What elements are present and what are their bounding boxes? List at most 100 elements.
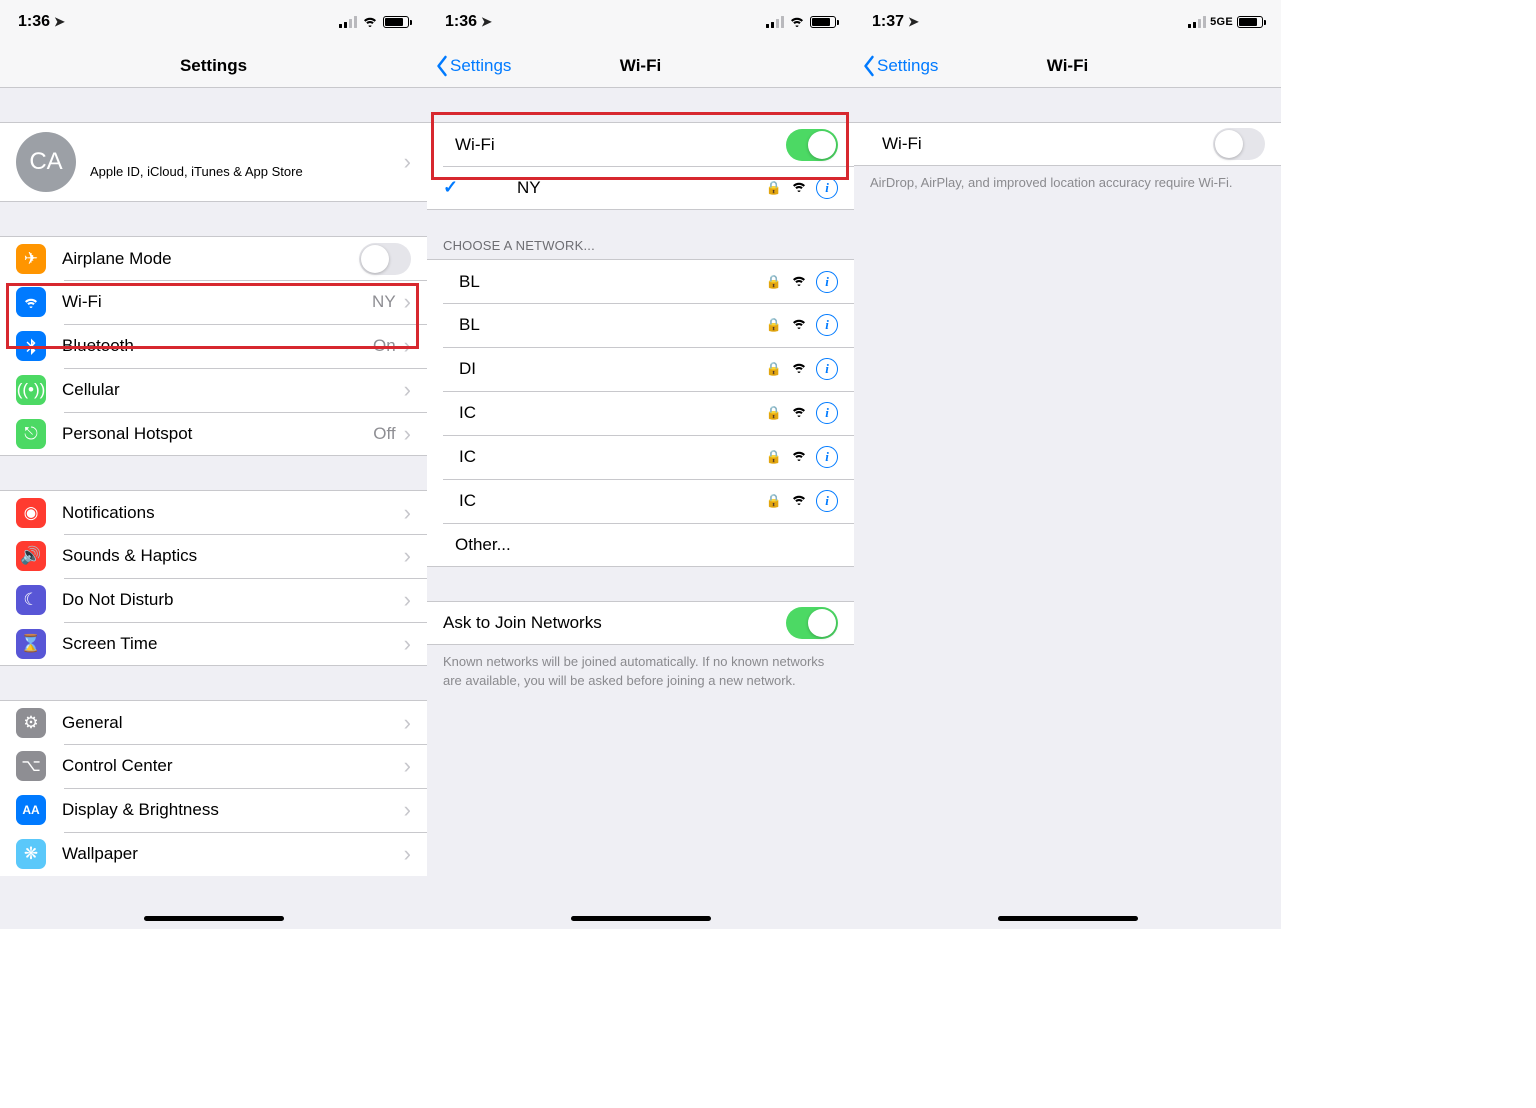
airplane-mode-cell[interactable]: ✈︎ Airplane Mode	[0, 236, 427, 280]
connected-network-name: NY	[467, 178, 766, 198]
network-name: BL	[455, 272, 766, 292]
lock-icon: 🔒	[766, 405, 782, 421]
notifications-cell[interactable]: ◉ Notifications ›	[0, 490, 427, 534]
wifi-label: Wi-Fi	[62, 292, 372, 312]
screentime-cell[interactable]: ⌛ Screen Time ›	[0, 622, 427, 666]
wifi-toggle[interactable]	[786, 129, 838, 161]
checkmark-icon: ✓	[443, 177, 467, 198]
wifi-signal-icon	[790, 490, 808, 512]
lock-icon: 🔒	[766, 317, 782, 333]
cellular-icon: ((•))	[16, 375, 46, 405]
wallpaper-label: Wallpaper	[62, 844, 402, 864]
control-center-icon: ⌥	[16, 751, 46, 781]
wifi-toggle-label: Wi-Fi	[455, 135, 786, 155]
hotspot-cell[interactable]: ⎋ Personal Hotspot Off ›	[0, 412, 427, 456]
network-cell[interactable]: IC🔒 i	[427, 435, 854, 479]
ask-to-join-footer: Known networks will be joined automatica…	[427, 645, 854, 699]
chevron-right-icon: ›	[404, 797, 411, 823]
wifi-toggle[interactable]	[1213, 128, 1265, 160]
status-bar: 1:36 ➤	[427, 0, 854, 44]
general-cell[interactable]: ⚙︎ General ›	[0, 700, 427, 744]
navbar: Settings Wi-Fi	[854, 44, 1281, 88]
wifi-signal-icon	[790, 446, 808, 468]
chevron-right-icon: ›	[404, 149, 411, 175]
ask-to-join-label: Ask to Join Networks	[443, 613, 786, 633]
battery-icon	[810, 16, 836, 28]
network-type-label: 5GE	[1210, 16, 1233, 28]
dnd-icon: ☾	[16, 585, 46, 615]
other-network-cell[interactable]: Other...	[427, 523, 854, 567]
network-name: IC	[455, 403, 766, 423]
chevron-right-icon: ›	[404, 333, 411, 359]
info-icon[interactable]: i	[816, 490, 838, 512]
network-cell[interactable]: IC🔒i	[427, 479, 854, 523]
wifi-status-icon	[361, 12, 379, 33]
wifi-signal-icon	[790, 314, 808, 336]
bluetooth-cell[interactable]: Bluetooth On ›	[0, 324, 427, 368]
info-icon[interactable]: i	[816, 446, 838, 468]
home-indicator[interactable]	[998, 916, 1138, 921]
chevron-right-icon: ›	[404, 710, 411, 736]
navbar: Settings Wi-Fi	[427, 44, 854, 88]
back-label: Settings	[450, 56, 511, 76]
info-icon[interactable]: i	[816, 271, 838, 293]
other-network-label: Other...	[455, 535, 838, 555]
network-name: IC	[455, 447, 766, 467]
info-icon[interactable]: i	[816, 177, 838, 199]
wifi-icon	[16, 287, 46, 317]
connected-network-cell[interactable]: ✓ NY 🔒 i	[427, 166, 854, 210]
airplane-label: Airplane Mode	[62, 249, 359, 269]
control-center-cell[interactable]: ⌥ Control Center ›	[0, 744, 427, 788]
ask-to-join-toggle[interactable]	[786, 607, 838, 639]
screen-wifi-off: 1:37 ➤ 5GE Settings Wi-Fi Wi-Fi AirDro	[854, 0, 1281, 929]
info-icon[interactable]: i	[816, 402, 838, 424]
back-button[interactable]: Settings	[427, 55, 511, 77]
notifications-icon: ◉	[16, 498, 46, 528]
status-bar: 1:36 ➤	[0, 0, 427, 44]
location-icon: ➤	[908, 14, 919, 30]
status-time: 1:36	[445, 13, 477, 31]
home-indicator[interactable]	[144, 916, 284, 921]
info-icon[interactable]: i	[816, 358, 838, 380]
chevron-right-icon: ›	[404, 377, 411, 403]
info-icon[interactable]: i	[816, 314, 838, 336]
chevron-right-icon: ›	[404, 543, 411, 569]
network-cell[interactable]: BL🔒i	[427, 303, 854, 347]
network-cell[interactable]: DI🔒i	[427, 347, 854, 391]
cellular-signal-icon	[766, 16, 784, 28]
lock-icon: 🔒	[766, 361, 782, 377]
chevron-right-icon: ›	[404, 500, 411, 526]
bluetooth-label: Bluetooth	[62, 336, 373, 356]
wifi-signal-icon	[790, 358, 808, 380]
back-label: Settings	[877, 56, 938, 76]
sounds-icon: 🔊	[16, 541, 46, 571]
dnd-cell[interactable]: ☾ Do Not Disturb ›	[0, 578, 427, 622]
airplane-icon: ✈︎	[16, 244, 46, 274]
lock-icon: 🔒	[766, 449, 782, 465]
cellular-signal-icon	[339, 16, 357, 28]
airplane-toggle[interactable]	[359, 243, 411, 275]
wallpaper-cell[interactable]: ❋ Wallpaper ›	[0, 832, 427, 876]
chevron-right-icon: ›	[404, 631, 411, 657]
screentime-icon: ⌛	[16, 629, 46, 659]
chevron-right-icon: ›	[404, 289, 411, 315]
apple-id-cell[interactable]: CA Apple ID, iCloud, iTunes & App Store …	[0, 122, 427, 202]
wifi-toggle-cell[interactable]: Wi-Fi	[427, 122, 854, 166]
choose-network-header: CHOOSE A NETWORK...	[427, 230, 854, 259]
back-button[interactable]: Settings	[854, 55, 938, 77]
network-cell[interactable]: BL🔒i	[427, 259, 854, 303]
cellular-cell[interactable]: ((•)) Cellular ›	[0, 368, 427, 412]
home-indicator[interactable]	[571, 916, 711, 921]
chevron-right-icon: ›	[404, 753, 411, 779]
notifications-label: Notifications	[62, 503, 402, 523]
network-cell[interactable]: IC🔒 i	[427, 391, 854, 435]
ask-to-join-cell[interactable]: Ask to Join Networks	[427, 601, 854, 645]
screen-settings: 1:36 ➤ Settings CA Apple ID, iCloud, iTu…	[0, 0, 427, 929]
display-cell[interactable]: AA Display & Brightness ›	[0, 788, 427, 832]
wifi-toggle-cell[interactable]: Wi-Fi	[854, 122, 1281, 166]
sounds-cell[interactable]: 🔊 Sounds & Haptics ›	[0, 534, 427, 578]
cellular-signal-icon	[1188, 16, 1206, 28]
status-time: 1:36	[18, 13, 50, 31]
wifi-cell[interactable]: Wi-Fi NY ›	[0, 280, 427, 324]
wifi-status-icon	[788, 12, 806, 33]
